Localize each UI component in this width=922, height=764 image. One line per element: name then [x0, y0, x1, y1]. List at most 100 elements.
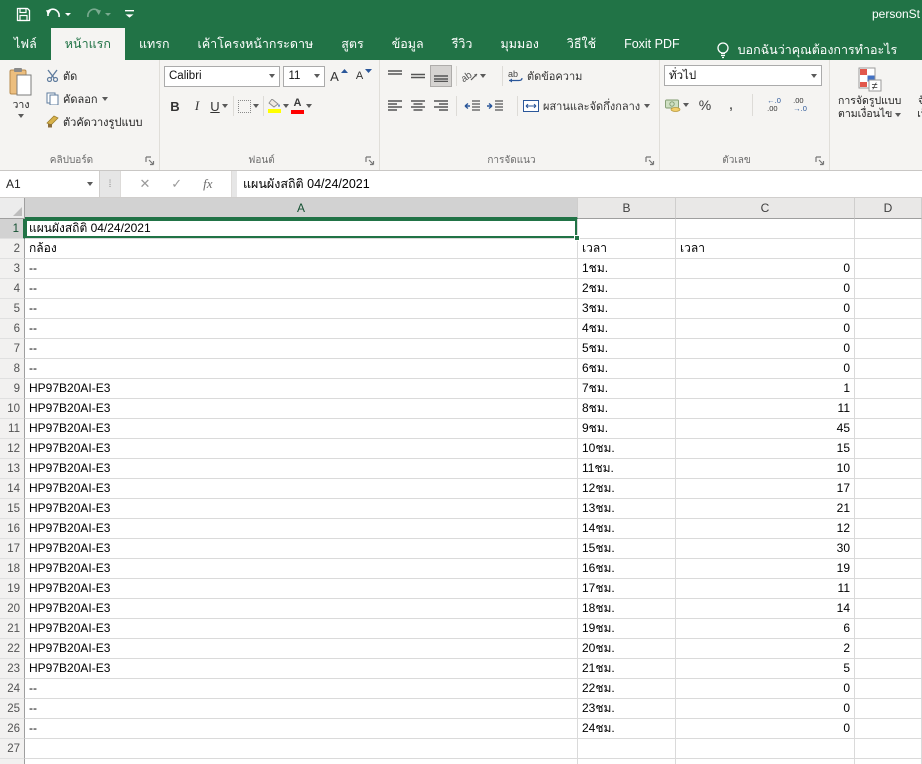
cell-A17[interactable]: HP97B20AI-E3 — [25, 539, 578, 559]
cell-B26[interactable]: 24ชม. — [578, 719, 676, 739]
cell-B23[interactable]: 21ชม. — [578, 659, 676, 679]
customize-qat-button[interactable] — [125, 8, 134, 20]
font-size-dropdown-icon[interactable] — [314, 74, 320, 78]
align-left-button[interactable] — [384, 95, 406, 117]
copy-dropdown-icon[interactable] — [102, 97, 108, 101]
tab-view[interactable]: มุมมอง — [486, 28, 552, 60]
row-header-15[interactable]: 15 — [0, 499, 25, 519]
underline-dropdown-icon[interactable] — [222, 104, 228, 108]
cell-B10[interactable]: 8ชม. — [578, 399, 676, 419]
cell-A11[interactable]: HP97B20AI-E3 — [25, 419, 578, 439]
row-header-5[interactable]: 5 — [0, 299, 25, 319]
cell-B2[interactable]: เวลา — [578, 239, 676, 259]
column-header-b[interactable]: B — [578, 198, 676, 219]
conditional-formatting-dropdown-icon[interactable] — [895, 113, 901, 117]
cell-A8[interactable]: -- — [25, 359, 578, 379]
conditional-formatting-button[interactable]: ≠ การจัดรูปแบบตามเงื่อนไข — [834, 65, 905, 123]
tab-data[interactable]: ข้อมูล — [378, 28, 438, 60]
cell-A26[interactable]: -- — [25, 719, 578, 739]
paste-dropdown-icon[interactable] — [18, 114, 24, 118]
cell-A4[interactable]: -- — [25, 279, 578, 299]
top-align-button[interactable] — [384, 65, 406, 87]
tell-me-label[interactable]: บอกฉันว่าคุณต้องการทำอะไร — [738, 40, 898, 60]
cell-D23[interactable] — [855, 659, 922, 679]
name-box-dropdown-icon[interactable] — [87, 182, 93, 186]
row-header-23[interactable]: 23 — [0, 659, 25, 679]
cell-A27[interactable] — [25, 739, 578, 759]
cell-D20[interactable] — [855, 599, 922, 619]
cell-B5[interactable]: 3ชม. — [578, 299, 676, 319]
column-header-c[interactable]: C — [676, 198, 855, 219]
row-header-11[interactable]: 11 — [0, 419, 25, 439]
row-header-17[interactable]: 17 — [0, 539, 25, 559]
accounting-dropdown-icon[interactable] — [683, 103, 689, 107]
cell-B24[interactable]: 22ชม. — [578, 679, 676, 699]
increase-font-size-button[interactable]: A — [328, 65, 350, 87]
wrap-text-button[interactable]: ab ตัดข้อความ — [507, 65, 583, 87]
cell-A22[interactable]: HP97B20AI-E3 — [25, 639, 578, 659]
format-as-table-button[interactable]: จัดรูปแบบเป็นตาราง — [913, 65, 922, 123]
cell-B12[interactable]: 10ชม. — [578, 439, 676, 459]
undo-button[interactable] — [45, 7, 71, 21]
cell-B14[interactable]: 12ชม. — [578, 479, 676, 499]
cell-A14[interactable]: HP97B20AI-E3 — [25, 479, 578, 499]
tab-help[interactable]: วิธีใช้ — [553, 28, 610, 60]
row-header-9[interactable]: 9 — [0, 379, 25, 399]
cell-D25[interactable] — [855, 699, 922, 719]
undo-dropdown-icon[interactable] — [65, 13, 71, 16]
increase-indent-button[interactable] — [484, 95, 506, 117]
cell-C2[interactable]: เวลา — [676, 239, 855, 259]
decrease-indent-button[interactable] — [461, 95, 483, 117]
select-all-corner[interactable] — [0, 198, 25, 219]
cell-C18[interactable]: 19 — [676, 559, 855, 579]
cell-A10[interactable]: HP97B20AI-E3 — [25, 399, 578, 419]
cell-D4[interactable] — [855, 279, 922, 299]
decrease-decimal-button[interactable]: .00→.0 — [789, 94, 811, 116]
fill-handle[interactable] — [574, 235, 580, 241]
cell-D19[interactable] — [855, 579, 922, 599]
cell-C9[interactable]: 1 — [676, 379, 855, 399]
cell-D14[interactable] — [855, 479, 922, 499]
cell-D9[interactable] — [855, 379, 922, 399]
cell-D11[interactable] — [855, 419, 922, 439]
cell-C22[interactable]: 2 — [676, 639, 855, 659]
cell-D27[interactable] — [855, 739, 922, 759]
cell-A2[interactable]: กล้อง — [25, 239, 578, 259]
align-center-button[interactable] — [407, 95, 429, 117]
number-dialog-launcher-icon[interactable] — [814, 155, 826, 167]
tell-me[interactable]: บอกฉันว่าคุณต้องการทำอะไร — [716, 40, 898, 60]
tab-formulas[interactable]: สูตร — [327, 28, 377, 60]
bottom-align-button[interactable] — [430, 65, 452, 87]
cut-button[interactable]: ตัด — [44, 65, 145, 86]
cell-A5[interactable]: -- — [25, 299, 578, 319]
cell-C26[interactable]: 0 — [676, 719, 855, 739]
cell-A19[interactable]: HP97B20AI-E3 — [25, 579, 578, 599]
merge-center-button[interactable]: ผสานและจัดกึ่งกลาง — [522, 95, 651, 117]
cell-B8[interactable]: 6ชม. — [578, 359, 676, 379]
font-name-combobox[interactable]: Calibri — [164, 66, 280, 87]
cell-D21[interactable] — [855, 619, 922, 639]
row-header-1[interactable]: 1 — [0, 219, 25, 239]
cancel-button[interactable]: ✕ — [139, 176, 150, 192]
cell-C15[interactable]: 21 — [676, 499, 855, 519]
format-painter-button[interactable]: ตัวคัดวางรูปแบบ — [44, 111, 145, 132]
orientation-dropdown-icon[interactable] — [480, 74, 486, 78]
cell-C27[interactable] — [676, 739, 855, 759]
cell-D13[interactable] — [855, 459, 922, 479]
cell-D22[interactable] — [855, 639, 922, 659]
cell-C14[interactable]: 17 — [676, 479, 855, 499]
cell-A6[interactable]: -- — [25, 319, 578, 339]
row-header-4[interactable]: 4 — [0, 279, 25, 299]
cell-B27[interactable] — [578, 739, 676, 759]
merge-center-dropdown-icon[interactable] — [644, 104, 650, 108]
font-color-dropdown-icon[interactable] — [306, 104, 312, 108]
row-header-25[interactable]: 25 — [0, 699, 25, 719]
cell-C24[interactable]: 0 — [676, 679, 855, 699]
copy-button[interactable]: คัดลอก — [44, 88, 145, 109]
cell-D24[interactable] — [855, 679, 922, 699]
cell-B4[interactable]: 2ชม. — [578, 279, 676, 299]
insert-function-button[interactable]: fx — [203, 176, 212, 192]
cell-B16[interactable]: 14ชม. — [578, 519, 676, 539]
row-header-22[interactable]: 22 — [0, 639, 25, 659]
cell-B22[interactable]: 20ชม. — [578, 639, 676, 659]
